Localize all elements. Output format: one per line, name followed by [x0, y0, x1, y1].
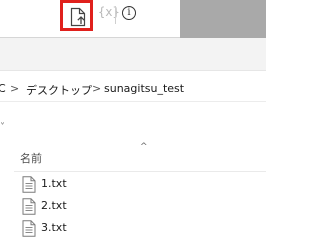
breadcrumb-root-partial[interactable]: C: [0, 82, 6, 95]
new-file-button[interactable]: [60, 0, 93, 31]
list-item[interactable]: 3.txt: [18, 218, 258, 238]
dialog-title-strip: [0, 38, 266, 70]
file-name: 3.txt: [41, 221, 67, 234]
breadcrumb: C > デスクトップ > sunagitsu_test: [0, 74, 266, 102]
nav-pane-expander-icon[interactable]: ˅: [0, 122, 5, 133]
app-toolbar: {x} i: [0, 0, 266, 38]
file-name: 2.txt: [41, 199, 67, 212]
info-icon[interactable]: i: [122, 6, 136, 20]
screenshot: {x} i C > デスクトップ > sunagitsu_test ˅ ^ 名前: [0, 0, 266, 240]
text-file-icon: [22, 198, 36, 215]
variable-braces-icon[interactable]: {x}: [98, 5, 120, 19]
toolbar-overlay: [180, 0, 266, 38]
breadcrumb-separator: >: [92, 82, 102, 95]
file-name: 1.txt: [41, 177, 67, 190]
breadcrumb-divider: [0, 101, 266, 102]
column-header-divider: [14, 171, 266, 172]
list-item[interactable]: 1.txt: [18, 174, 258, 194]
file-explorer-dialog: C > デスクトップ > sunagitsu_test ˅ ^ 名前 1.txt: [0, 38, 266, 240]
breadcrumb-item-folder[interactable]: sunagitsu_test: [104, 82, 184, 95]
column-header-name[interactable]: 名前: [20, 150, 42, 166]
text-file-icon: [22, 176, 36, 193]
toolbar-separator: [115, 6, 116, 24]
list-item[interactable]: 2.txt: [18, 196, 258, 216]
text-file-icon: [22, 220, 36, 237]
breadcrumb-item-desktop[interactable]: デスクトップ: [26, 82, 92, 98]
sort-ascending-icon: ^: [140, 142, 148, 152]
new-file-icon: [70, 7, 86, 27]
dialog-strip-divider: [0, 70, 266, 71]
breadcrumb-separator: >: [10, 82, 20, 95]
